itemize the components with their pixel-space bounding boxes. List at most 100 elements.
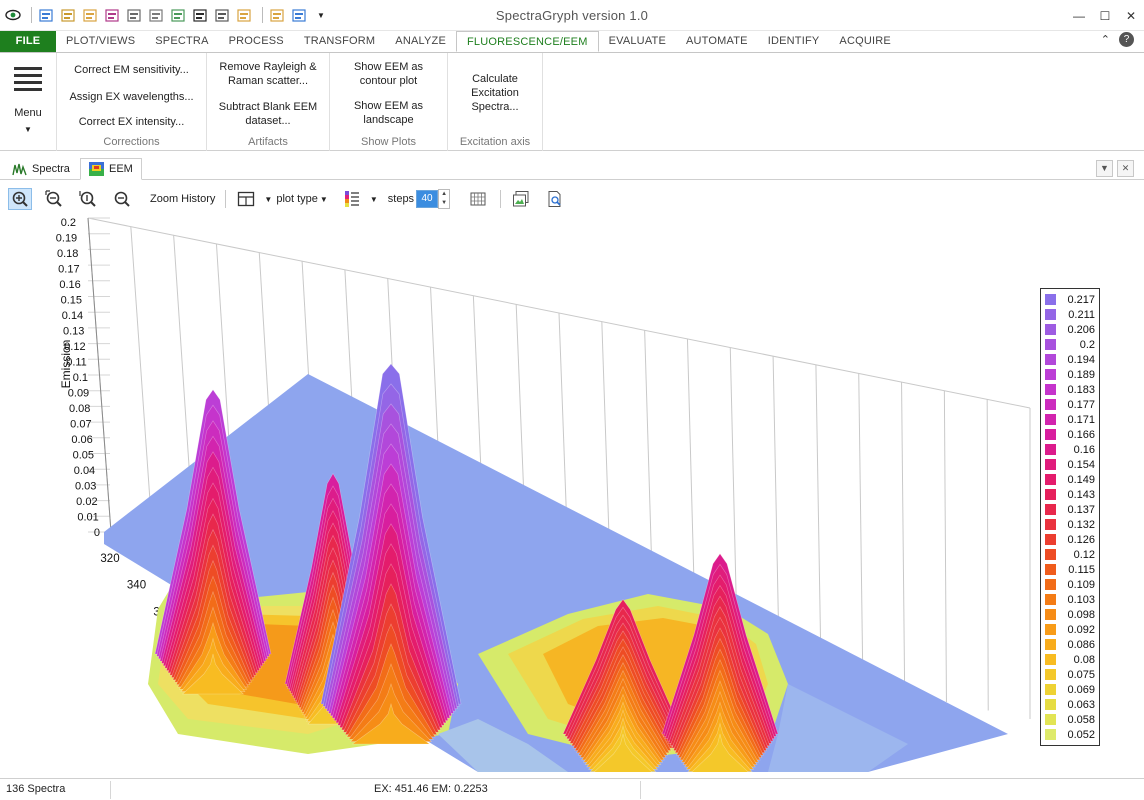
legend-item: 0.149: [1045, 472, 1099, 487]
ribbon-collapse-button[interactable]: ⌃: [1101, 33, 1110, 46]
menu-button[interactable]: Menu ▼: [0, 53, 56, 151]
tab-analyze[interactable]: ANALYZE: [385, 31, 456, 52]
colormap-icon: [344, 191, 359, 207]
y-tick-label: 0.15: [61, 295, 82, 307]
legend-item: 0.143: [1045, 487, 1099, 502]
tab-spectra[interactable]: SPECTRA: [145, 31, 218, 52]
show-contour-button[interactable]: Show EEM as contour plot: [330, 60, 447, 88]
legend-swatch: [1045, 294, 1056, 305]
colormap-button[interactable]: [340, 188, 364, 210]
zoom-history-button[interactable]: Zoom History: [150, 188, 215, 210]
tab-file[interactable]: FILE: [0, 31, 56, 52]
legend-item: 0.126: [1045, 532, 1099, 547]
remove-scatter-button[interactable]: Remove Rayleigh & Raman scatter...: [207, 60, 329, 88]
y-tick-label: 0.16: [59, 279, 80, 291]
legend-value: 0.069: [1067, 683, 1095, 696]
plot-canvas: 00.010.020.030.040.050.060.070.080.090.1…: [56, 217, 1031, 772]
grid-line: [986, 399, 989, 711]
legend-item: 0.063: [1045, 697, 1099, 712]
legend-swatch: [1045, 729, 1056, 740]
zoom-out-button[interactable]: [110, 188, 134, 210]
tab-evaluate[interactable]: EVALUATE: [599, 31, 676, 52]
steps-label: steps: [387, 193, 415, 205]
legend-item: 0.12: [1045, 547, 1099, 562]
assign-ex-wavelengths-button[interactable]: Assign EX wavelengths...: [57, 90, 206, 104]
steps-spinner[interactable]: ▲ ▼: [438, 189, 451, 209]
legend-value: 0.109: [1067, 578, 1095, 591]
legend-swatch: [1045, 534, 1056, 545]
y-tick-label: 0.13: [63, 326, 84, 338]
legend-item: 0.206: [1045, 322, 1099, 337]
tab-fluorescence-eem[interactable]: FLUORESCENCE/EEM: [456, 31, 599, 52]
eem-icon: [89, 162, 104, 176]
zoom-in-button[interactable]: [8, 188, 32, 210]
layout-button[interactable]: [234, 188, 258, 210]
close-button[interactable]: ✕: [1118, 0, 1144, 31]
show-landscape-button[interactable]: Show EEM as landscape: [330, 99, 447, 127]
legend-value: 0.126: [1067, 533, 1095, 546]
doc-tab-spectra[interactable]: Spectra: [4, 158, 78, 180]
tab-identify[interactable]: IDENTIFY: [758, 31, 830, 52]
legend-swatch: [1045, 684, 1056, 695]
print-preview-icon: [548, 191, 561, 207]
zoom-y-button[interactable]: [76, 188, 100, 210]
maximize-button[interactable]: ☐: [1092, 0, 1118, 31]
x-tick-label: 320: [100, 553, 119, 565]
close-icon: ✕: [1121, 163, 1130, 173]
minimize-button[interactable]: —: [1066, 0, 1092, 31]
y-tick-label: 0.07: [70, 419, 91, 431]
zoom-x-button[interactable]: [42, 188, 66, 210]
doc-tab-eem[interactable]: EEM: [80, 158, 142, 180]
legend-swatch: [1045, 564, 1056, 575]
legend-swatch: [1045, 429, 1056, 440]
legend-value: 0.052: [1067, 728, 1095, 741]
group-label-excitation-axis: Excitation axis: [459, 136, 531, 148]
subtract-blank-button[interactable]: Subtract Blank EEM dataset...: [207, 100, 329, 128]
tab-acquire[interactable]: ACQUIRE: [829, 31, 901, 52]
doc-tab-eem-label: EEM: [109, 163, 133, 175]
legend-value: 0.166: [1067, 428, 1095, 441]
legend-item: 0.075: [1045, 667, 1099, 682]
legend-item: 0.115: [1045, 562, 1099, 577]
legend-value: 0.137: [1067, 503, 1095, 516]
spin-down-icon[interactable]: ▼: [439, 199, 449, 208]
plot-toolbar: Zoom History ▼ plot type ▼ ▼ steps 40 ▲ ▼: [8, 186, 1138, 212]
legend-item: 0.092: [1045, 622, 1099, 637]
correct-ex-intensity-button[interactable]: Correct EX intensity...: [57, 115, 206, 129]
spin-up-icon[interactable]: ▲: [439, 190, 449, 199]
legend-value: 0.211: [1068, 308, 1095, 321]
tab-automate[interactable]: AUTOMATE: [676, 31, 758, 52]
steps-input[interactable]: 40: [416, 190, 439, 208]
pane-close-button[interactable]: ✕: [1117, 160, 1134, 177]
legend-item: 0.08: [1045, 652, 1099, 667]
legend-value: 0.149: [1067, 473, 1095, 486]
help-button[interactable]: ?: [1119, 32, 1134, 47]
eem-landscape-plot[interactable]: 0 0.01 0.02 0.03 0.04 0.05 0.06 0.07 0.08 0.09 0.1…: [8, 214, 1138, 772]
group-label-corrections: Corrections: [103, 136, 160, 148]
grid-layout-icon: [238, 191, 255, 207]
chevron-down-icon[interactable]: ▼: [320, 195, 328, 204]
tab-process[interactable]: PROCESS: [219, 31, 294, 52]
chevron-down-icon[interactable]: ▼: [264, 195, 272, 204]
zoom-y-icon: [79, 191, 96, 207]
document-tabs: Spectra EEM: [0, 158, 1144, 180]
maximize-icon: ☐: [1099, 8, 1111, 23]
plot-type-button[interactable]: plot type: [276, 188, 318, 210]
legend-item: 0.211: [1045, 307, 1099, 322]
legend-swatch: [1045, 594, 1056, 605]
tab-transform[interactable]: TRANSFORM: [294, 31, 385, 52]
calculate-excitation-button[interactable]: Calculate Excitation Spectra...: [448, 72, 542, 114]
legend-item: 0.16: [1045, 442, 1099, 457]
copy-image-button[interactable]: [509, 188, 533, 210]
correct-em-sensitivity-button[interactable]: Correct EM sensitivity...: [57, 63, 206, 77]
chevron-down-icon[interactable]: ▼: [370, 195, 378, 204]
legend-value: 0.2: [1079, 338, 1095, 351]
legend-item: 0.154: [1045, 457, 1099, 472]
tab-plot-views[interactable]: PLOT/VIEWS: [56, 31, 145, 52]
group-show-plots: Show EEM as contour plot Show EEM as lan…: [329, 53, 447, 151]
pane-dropdown-button[interactable]: ▼: [1096, 160, 1113, 177]
grid-toggle-button[interactable]: [466, 188, 490, 210]
preview-button[interactable]: [543, 188, 567, 210]
y-tick-label: 0.08: [69, 403, 90, 415]
menu-label: Menu: [14, 107, 42, 119]
